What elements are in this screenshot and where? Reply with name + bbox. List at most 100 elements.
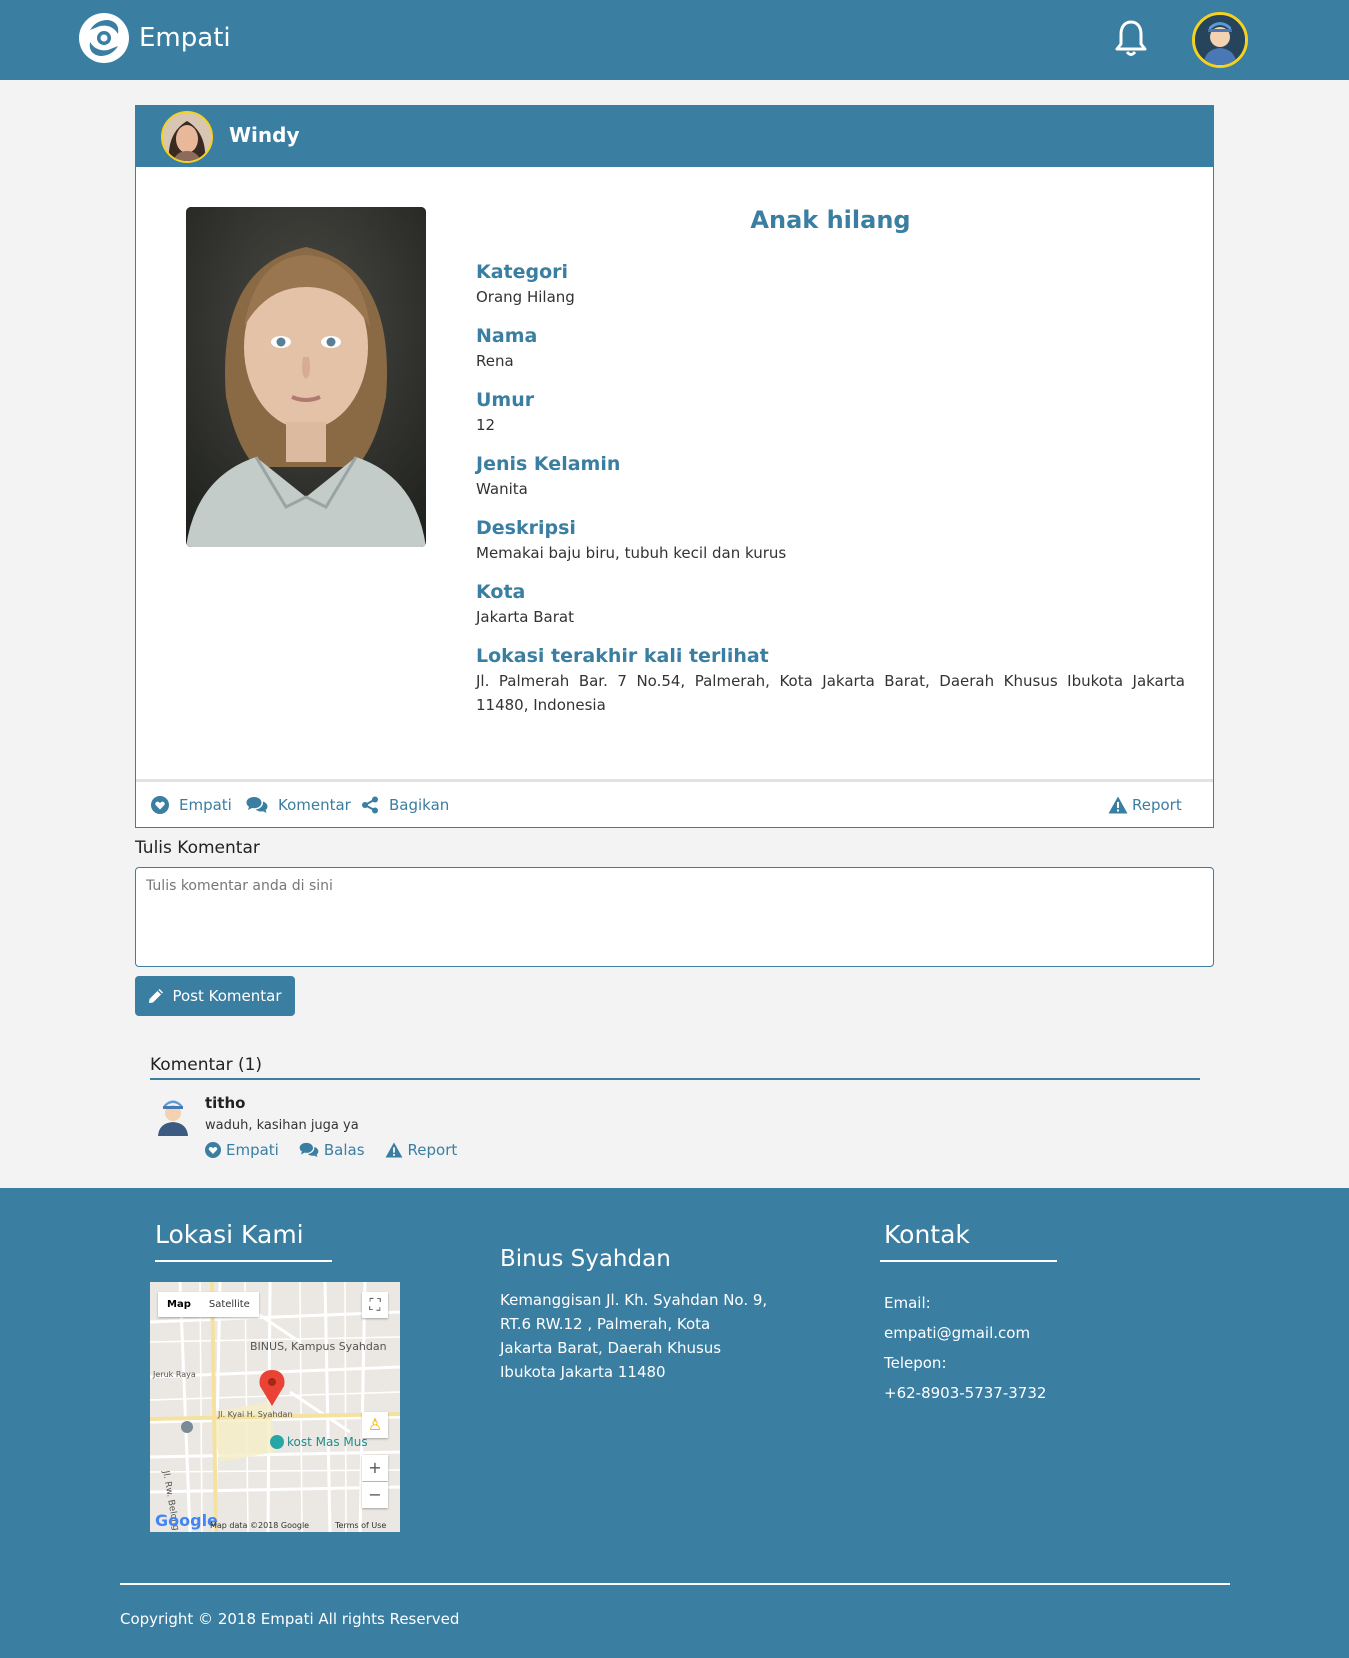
comment-empati-button[interactable]: Empati (205, 1141, 279, 1159)
field-label: Kota (476, 581, 526, 603)
comments-icon (299, 1142, 319, 1158)
commenter-avatar-icon (158, 1100, 188, 1136)
report-button[interactable]: Report (1108, 796, 1182, 814)
email-link[interactable]: empati@gmail.com (884, 1318, 1046, 1348)
comment-report-label: Report (407, 1141, 458, 1159)
field-label: Kategori (476, 261, 569, 283)
phone-number[interactable]: +62-8903-5737-3732 (884, 1378, 1046, 1408)
heart-circle-icon (151, 796, 169, 814)
street-view-pegman-icon[interactable]: ♙ (362, 1412, 388, 1438)
address-text: Kemanggisan Jl. Kh. Syahdan No. 9, RT.6 … (500, 1288, 770, 1384)
address-line: Jakarta Barat, Daerah Khusus (500, 1339, 722, 1357)
map-attribution: Map data ©2018 Google (210, 1521, 310, 1530)
zoom-in-button[interactable]: + (362, 1455, 388, 1481)
location-map[interactable]: BINUS, Kampus Syahdan kost Mas Mus Jl. K… (150, 1282, 400, 1532)
comments-divider (150, 1078, 1200, 1080)
field-value: 12 (476, 416, 496, 434)
comment-form-label: Tulis Komentar (135, 838, 260, 858)
post-actions: Empati Komentar Bagikan Report (136, 779, 1213, 829)
field-label: Nama (476, 325, 538, 347)
warning-icon (1108, 796, 1128, 814)
field-value: Wanita (476, 480, 528, 498)
address-line: RT.6 RW.12 , Palmerah, Kota (500, 1315, 711, 1333)
address-title: Binus Syahdan (500, 1246, 671, 1272)
field-jenis-kelamin: Jenis Kelamin Wanita (476, 451, 1185, 501)
post-comment-label: Post Komentar (172, 987, 282, 1005)
brand-name: Empati (139, 23, 231, 53)
field-value: Jakarta Barat (476, 608, 574, 626)
map-place-kost: kost Mas Mus (287, 1435, 368, 1449)
bagikan-label: Bagikan (389, 796, 450, 814)
address-line: Kemanggisan Jl. Kh. Syahdan No. 9, (500, 1291, 768, 1309)
location-heading-underline (155, 1260, 332, 1262)
comments-icon (246, 797, 268, 813)
post-header: Windy (136, 106, 1213, 167)
map-street-jeruk-raya: Jeruk Raya (153, 1370, 196, 1379)
map-terms-link[interactable]: Terms of Use (335, 1521, 386, 1530)
map-street-syahdan: Jl. Kyai H. Syahdan (218, 1410, 293, 1419)
contact-heading: Kontak (884, 1220, 970, 1249)
field-value: Orang Hilang (476, 288, 575, 306)
field-label: Deskripsi (476, 517, 576, 539)
heart-circle-icon (205, 1142, 221, 1158)
comment-text: waduh, kasihan juga ya (205, 1118, 359, 1133)
field-kategori: Kategori Orang Hilang (476, 259, 1185, 309)
field-nama: Nama Rena (476, 323, 1185, 373)
pencil-icon (149, 989, 164, 1003)
poster-avatar[interactable] (161, 111, 213, 163)
user-avatar-icon[interactable] (1192, 12, 1248, 68)
missing-person-photo (186, 207, 426, 547)
komentar-button[interactable]: Komentar (246, 796, 351, 814)
post-comment-button[interactable]: Post Komentar (135, 976, 295, 1016)
address-line: Ibukota Jakarta 11480 (500, 1363, 666, 1381)
comments-title: Komentar (1) (150, 1055, 263, 1075)
field-value: Rena (476, 352, 514, 370)
field-value: Memakai baju biru, tubuh kecil dan kurus (476, 544, 787, 562)
field-label: Umur (476, 389, 535, 411)
comment-reply-button[interactable]: Balas (299, 1141, 365, 1159)
post-fields: Kategori Orang Hilang Nama Rena Umur 12 … (476, 259, 1185, 731)
comment-textarea[interactable] (135, 867, 1214, 967)
fullscreen-icon[interactable]: ⛶ (362, 1292, 388, 1318)
contact-heading-underline (880, 1260, 1057, 1262)
email-label: Email: (884, 1294, 931, 1312)
zoom-out-button[interactable]: − (362, 1482, 388, 1508)
empati-label: Empati (179, 796, 232, 814)
phone-label: Telepon: (884, 1354, 947, 1372)
empati-button[interactable]: Empati (151, 796, 232, 814)
bagikan-button[interactable]: Bagikan (361, 796, 449, 814)
footer: Lokasi Kami BINUS, Kampus Syahdan kost M… (0, 1188, 1349, 1658)
location-heading: Lokasi Kami (155, 1220, 304, 1249)
comment-item: titho waduh, kasihan juga ya Empati Bala… (155, 1094, 1055, 1164)
top-navbar: Empati (0, 0, 1349, 80)
empati-logo-icon (79, 13, 129, 63)
poster-name[interactable]: Windy (229, 123, 300, 147)
comment-reply-label: Balas (323, 1141, 365, 1159)
field-lokasi: Lokasi terakhir kali terlihat Jl. Palmer… (476, 643, 1185, 717)
comment-actions: Empati Balas Report (205, 1141, 457, 1159)
google-logo-icon: Google (155, 1511, 218, 1530)
map-tab-satellite[interactable]: Satellite (200, 1292, 259, 1317)
bell-icon[interactable] (1113, 18, 1149, 58)
contact-info: Email: empati@gmail.com Telepon: +62-890… (884, 1288, 1046, 1408)
field-umur: Umur 12 (476, 387, 1185, 437)
map-type-tabs: Map Satellite (158, 1292, 259, 1317)
report-label: Report (1132, 796, 1182, 814)
field-label: Jenis Kelamin (476, 453, 621, 475)
footer-divider (120, 1583, 1230, 1585)
field-value: Jl. Palmerah Bar. 7 No.54, Palmerah, Kot… (476, 672, 1185, 714)
brand-link[interactable]: Empati (78, 12, 231, 64)
post-title: Anak hilang (750, 206, 911, 234)
map-tab-map[interactable]: Map (158, 1292, 200, 1317)
comment-empati-label: Empati (226, 1141, 279, 1159)
comment-author[interactable]: titho (205, 1094, 245, 1112)
map-place-campus: BINUS, Kampus Syahdan (250, 1340, 387, 1353)
comment-report-button[interactable]: Report (385, 1141, 458, 1159)
field-kota: Kota Jakarta Barat (476, 579, 1185, 629)
post-card: Windy Anak hilang Kategori Orang Hilang … (135, 105, 1214, 828)
copyright-text: Copyright © 2018 Empati All rights Reser… (120, 1610, 460, 1628)
field-label: Lokasi terakhir kali terlihat (476, 645, 769, 667)
warning-icon (385, 1142, 402, 1158)
field-deskripsi: Deskripsi Memakai baju biru, tubuh kecil… (476, 515, 1185, 565)
komentar-label: Komentar (278, 796, 351, 814)
